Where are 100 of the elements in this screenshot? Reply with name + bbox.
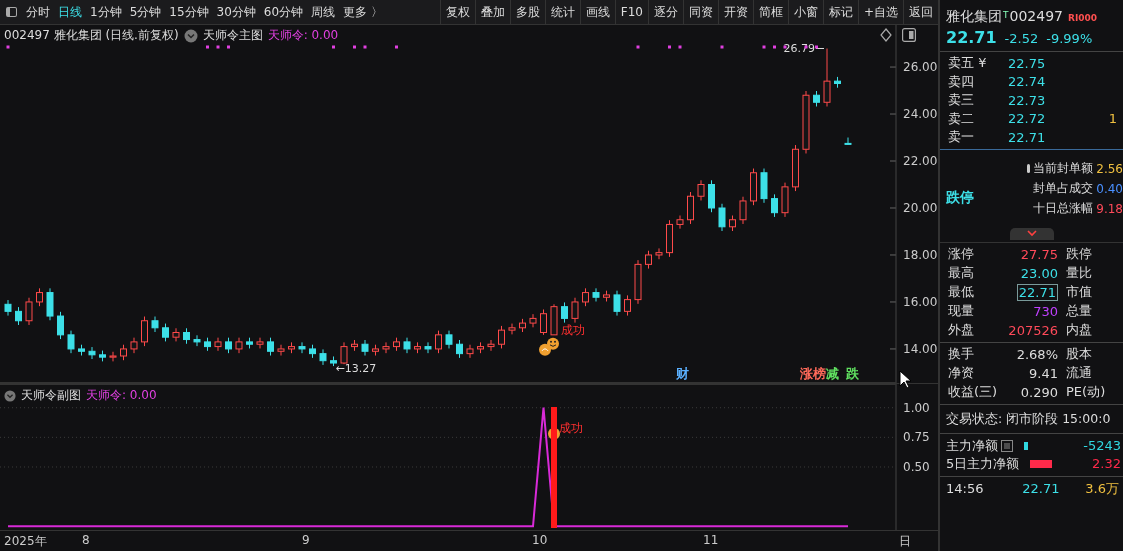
- toolbar-button[interactable]: 简框: [752, 0, 788, 24]
- candlestick: [330, 355, 337, 367]
- candlestick: [603, 290, 610, 302]
- high-price-label: 26.79: [783, 42, 815, 56]
- diamond-icon[interactable]: [880, 28, 892, 42]
- indicator-value: 天师令: 0.00: [86, 387, 157, 404]
- order-price: 22.72: [1008, 111, 1047, 127]
- toolbar-button[interactable]: 标记: [822, 0, 858, 24]
- toolbar-button[interactable]: 小窗: [787, 0, 823, 24]
- candlestick: [813, 90, 820, 107]
- period-label[interactable]: 日: [899, 533, 911, 550]
- period-tab[interactable]: 周线: [307, 0, 340, 24]
- candlestick: [88, 346, 96, 360]
- candlestick: [78, 344, 85, 356]
- candlestick: [781, 182, 789, 218]
- period-tab[interactable]: 日线: [54, 0, 86, 24]
- collapse-button[interactable]: [1009, 227, 1054, 240]
- toolbar-button[interactable]: 返回: [903, 0, 938, 24]
- candlestick: [435, 330, 442, 354]
- candlestick: [372, 344, 379, 356]
- candlestick: [141, 316, 148, 347]
- price-tick-label: 26.00: [903, 60, 938, 75]
- indicator-name: 天师令副图: [21, 387, 81, 404]
- candlestick: [676, 215, 684, 230]
- seal-value: 0.40: [1096, 181, 1123, 196]
- period-tab[interactable]: 60分钟: [259, 0, 308, 24]
- candlestick: [214, 337, 222, 352]
- period-tab[interactable]: 更多 〉: [339, 0, 387, 24]
- candlestick: [204, 337, 211, 352]
- toolbar-button[interactable]: F10: [614, 0, 648, 24]
- period-tab[interactable]: 分时: [22, 0, 54, 24]
- axis-tick-label: 1.00: [903, 400, 930, 415]
- candlestick: [834, 76, 841, 89]
- candlestick: [540, 308, 547, 336]
- candlestick: [445, 330, 453, 349]
- period-tab[interactable]: 30分钟: [212, 0, 260, 24]
- toolbar-button[interactable]: 复权: [439, 0, 475, 24]
- event-tag: 减: [826, 365, 839, 383]
- indicator-name: 天师令主图: [202, 27, 263, 44]
- candlestick: [99, 350, 106, 362]
- candlestick: [687, 191, 694, 225]
- stat-label: 股本: [1066, 345, 1092, 363]
- toolbar-button[interactable]: +自选: [857, 0, 903, 24]
- candlestick: [739, 196, 747, 225]
- candlestick: [351, 339, 358, 352]
- list-icon[interactable]: [1001, 439, 1013, 452]
- stat-label: 收益(三): [948, 383, 999, 401]
- stat-label: 市值: [1066, 283, 1092, 301]
- stat-value: 730: [1033, 303, 1058, 319]
- rating-label: RI000: [1067, 13, 1098, 23]
- event-tag: 财: [676, 365, 689, 383]
- toolbar-button[interactable]: 逐分: [647, 0, 683, 24]
- price-change: -2.52: [1004, 31, 1039, 46]
- signal-label: 成功: [561, 322, 585, 337]
- toolbar-button[interactable]: 叠加: [474, 0, 510, 24]
- stat-value: 207526: [1008, 322, 1058, 338]
- toolbar-button[interactable]: 多股: [509, 0, 545, 24]
- toolbar-button[interactable]: 画线: [579, 0, 615, 24]
- stat-label: 量比: [1066, 264, 1092, 282]
- candlestick: [708, 179, 715, 213]
- dropdown-icon[interactable]: [183, 28, 198, 43]
- candlestick: [624, 294, 631, 317]
- candlestick: [382, 341, 390, 354]
- stat-value: 9.41: [1029, 365, 1058, 381]
- dropdown-icon[interactable]: [4, 389, 16, 402]
- candlestick: [771, 193, 778, 218]
- stat-label: 流通: [1066, 364, 1092, 382]
- candlestick: [697, 179, 705, 201]
- order-price: 22.74: [1008, 74, 1047, 90]
- period-tab[interactable]: 5分钟: [125, 0, 166, 24]
- candlestick: [414, 341, 421, 354]
- candlestick: [256, 337, 264, 349]
- tick-time: 14:56: [946, 481, 984, 496]
- stock-name: 雅化集团: [946, 8, 1002, 26]
- toolbar-button[interactable]: 统计: [544, 0, 580, 24]
- fund-label: 5日主力净额: [946, 454, 1020, 473]
- toolbar-button[interactable]: 同资: [682, 0, 718, 24]
- candlestick: [550, 303, 558, 336]
- period-tab[interactable]: 1分钟: [86, 0, 126, 24]
- date-axis-label: 9: [302, 533, 310, 547]
- indicator-value: 天师令: 0.00: [267, 27, 339, 44]
- smiley-icon: [547, 337, 559, 350]
- toolbar-button[interactable]: 开资: [717, 0, 753, 24]
- candlestick: [424, 341, 432, 354]
- tick-price: 22.71: [1021, 481, 1060, 496]
- period-tab[interactable]: 15分钟: [165, 0, 213, 24]
- cursor-icon: [899, 370, 913, 390]
- panel-icon[interactable]: [902, 28, 916, 42]
- price-tick-label: 16.00: [903, 294, 938, 309]
- candlestick: [456, 339, 463, 359]
- candlestick: [172, 327, 180, 342]
- seal-label: 十日总涨幅: [1033, 200, 1094, 217]
- chevron-icon: [1026, 230, 1037, 237]
- candlestick: [120, 344, 127, 361]
- candlestick: [151, 316, 159, 333]
- axis-tick-label: 0.75: [903, 430, 930, 445]
- stat-value: 27.75: [1020, 246, 1058, 262]
- candlestick: [309, 344, 316, 359]
- price-tick-label: 22.00: [903, 154, 938, 168]
- candlestick: [760, 168, 768, 204]
